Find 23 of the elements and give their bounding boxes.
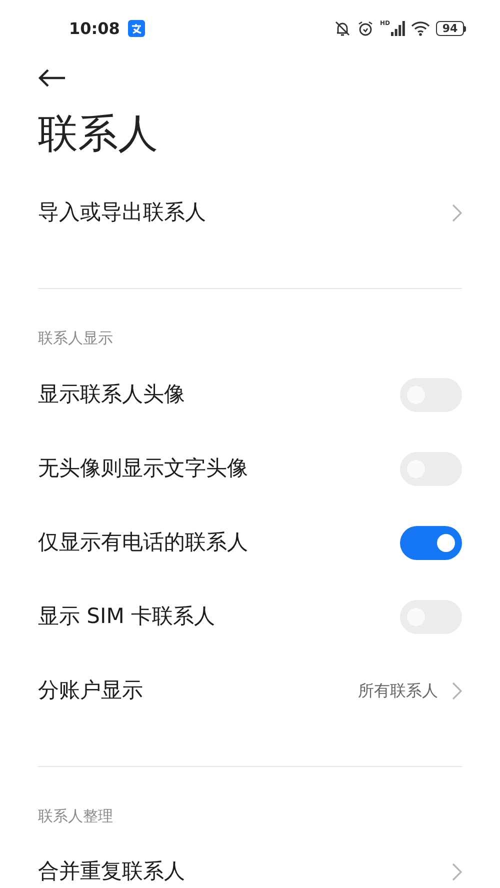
setting-label: 仅显示有电话的联系人 — [38, 528, 248, 556]
chevron-right-icon — [452, 863, 462, 881]
battery-indicator: 94 — [436, 21, 464, 36]
setting-label[interactable]: 分账户显示 — [38, 674, 143, 706]
setting-label: 显示 SIM 卡联系人 — [38, 602, 215, 630]
setting-label: 显示联系人头像 — [38, 380, 185, 408]
alarm-icon — [356, 20, 374, 37]
clock: 10:08 — [69, 18, 120, 40]
back-arrow-icon[interactable] — [38, 68, 66, 88]
wifi-icon — [411, 21, 430, 36]
app-notification-icon — [128, 20, 145, 37]
signal-icon — [391, 21, 405, 36]
setting-label[interactable]: 导入或导出联系人 — [38, 197, 206, 229]
section-header: 联系人显示 — [38, 328, 114, 349]
chevron-right-icon — [452, 204, 462, 222]
section-header: 联系人整理 — [38, 806, 114, 826]
toggle-switch[interactable] — [400, 526, 462, 560]
setting-label[interactable]: 合并重复联系人 — [38, 856, 185, 888]
muted-bell-icon — [334, 20, 351, 37]
setting-label: 无头像则显示文字头像 — [38, 454, 248, 482]
chevron-right-icon — [452, 682, 462, 700]
setting-value: 所有联系人 — [358, 680, 438, 702]
page-title: 联系人 — [38, 110, 159, 158]
